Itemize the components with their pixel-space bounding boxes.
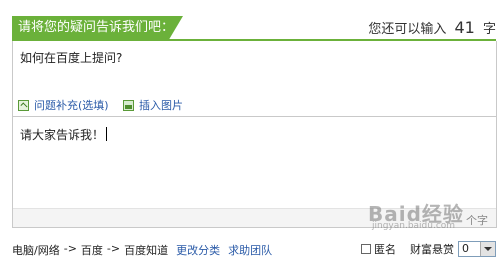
anonymous-checkbox[interactable] [361,244,371,254]
anonymous-label: 匿名 [374,243,396,256]
post-options: 匿名 财富悬赏 0 [361,240,496,258]
bottom-bar: 电脑/网络 -> 百度 -> 百度知道 更改分类 求助团队 匿名 财富悬赏 0 [12,240,496,258]
help-team-link[interactable]: 求助团队 [228,242,272,258]
breadcrumb-item-category: 电脑/网络 [12,244,60,257]
form-header: 请将您的疑问告诉我们吧： 您还可以输入 41 字 [12,16,496,41]
counter-prefix: 您还可以输入 [368,22,447,37]
supplement-optional: (选填) [78,99,109,112]
text-caret [106,127,108,141]
counter-suffix: 字 [482,22,496,37]
supplement-button[interactable]: 问题补充 (选填) [18,97,109,113]
breadcrumb: 电脑/网络 -> 百度 -> 百度知道 更改分类 求助团队 [12,242,272,258]
breadcrumb-separator: -> [106,242,121,255]
ask-question-form: 请将您的疑问告诉我们吧： 您还可以输入 41 字 如何在百度上提问? 问题补充 … [0,0,500,261]
image-icon [123,99,134,111]
reward-value: 0 [462,242,469,255]
question-char-counter: 您还可以输入 41 字 [368,16,496,39]
breadcrumb-separator: -> [63,242,77,255]
insert-image-label: 插入图片 [139,99,183,112]
breadcrumb-item-zhidao: 百度知道 [124,244,169,257]
supplement-label: 问题补充 [34,99,78,112]
breadcrumb-item-baidu: 百度 [80,244,103,257]
tools-row: 问题补充 (选填) 插入图片 [12,95,495,113]
header-tab: 请将您的疑问告诉我们吧： [12,16,183,39]
insert-image-button[interactable]: 插入图片 [123,97,183,113]
change-category-link[interactable]: 更改分类 [176,242,220,258]
reward-select[interactable]: 0 [458,241,496,257]
detail-text-content: 请大家告诉我！ [20,128,105,142]
detail-text: 请大家告诉我！ [20,126,108,143]
counter-value: 41 [454,18,475,37]
chevron-down-icon [480,242,495,256]
watermark-url: jingyan.baidu.com [372,221,456,231]
reward-label: 财富悬赏 [410,243,454,256]
detail-char-counter: 个字 [466,214,488,227]
question-text: 如何在百度上提问? [20,51,123,65]
supplement-icon [18,99,29,111]
